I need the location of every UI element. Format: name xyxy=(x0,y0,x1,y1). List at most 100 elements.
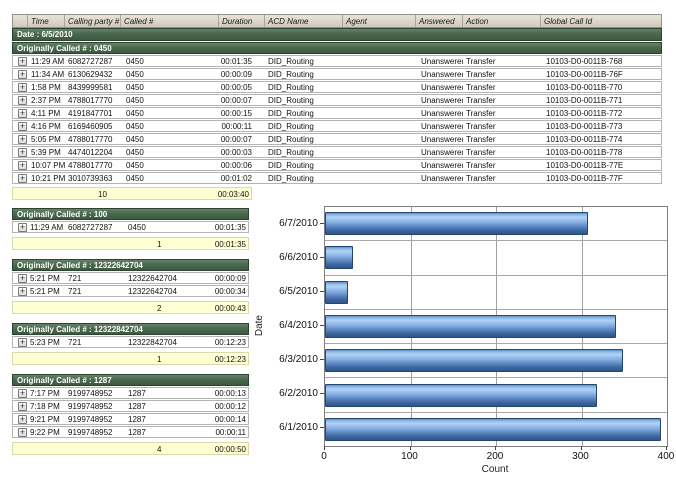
time-cell: 1:58 PM xyxy=(28,82,65,92)
acd-name-cell: DID_Routing xyxy=(265,108,343,118)
global-call-id-cell: 10103-D0-0011B-774 xyxy=(541,134,661,144)
expand-cell: + xyxy=(13,121,28,131)
group-summary-row: 4 00:00:50 xyxy=(12,442,249,455)
duration-cell: 00:01:35 xyxy=(193,222,248,232)
global-call-id-cell: 10103-D0-0011B-771 xyxy=(541,95,661,105)
expand-icon[interactable]: + xyxy=(18,109,27,118)
expand-icon[interactable]: + xyxy=(18,135,27,144)
called-cell: 0450 xyxy=(121,121,219,131)
acd-name-cell: DID_Routing xyxy=(265,173,343,183)
time-cell: 5:23 PM xyxy=(27,337,65,347)
calling-party-cell: 4191847701 xyxy=(65,108,121,118)
agent-cell xyxy=(343,173,416,183)
called-cell: 0450 xyxy=(121,108,219,118)
expand-icon[interactable]: + xyxy=(18,83,27,92)
time-cell: 10:21 PM xyxy=(28,173,65,183)
expand-icon[interactable]: + xyxy=(18,148,27,157)
expand-icon[interactable]: + xyxy=(18,122,27,131)
expand-icon[interactable]: + xyxy=(18,415,27,424)
expand-cell: + xyxy=(13,95,28,105)
summary-duration: 00:01:35 xyxy=(215,240,246,249)
acd-name-cell: DID_Routing xyxy=(265,95,343,105)
call-row: + 4:11 PM 4191847701 0450 00:00:15 DID_R… xyxy=(12,107,662,119)
time-cell: 11:29 AM xyxy=(28,56,65,66)
calling-party-cell: 9199748952 xyxy=(65,401,121,411)
chart-xtick-label: 200 xyxy=(487,451,504,462)
duration-cell: 00:01:02 xyxy=(219,173,265,183)
chart-ytick-label: 6/7/2010 xyxy=(279,218,318,229)
chart-bar-row xyxy=(325,343,667,377)
chart-ytick: 6/4/2010 xyxy=(264,308,324,342)
called-cell: 1287 xyxy=(121,401,193,411)
called-cell: 12322642704 xyxy=(121,273,193,283)
expand-icon[interactable]: + xyxy=(18,223,27,232)
call-row: + 7:18 PM 9199748952 1287 00:00:12 xyxy=(12,400,249,412)
called-cell: 1287 xyxy=(121,427,193,437)
time-cell: 5:39 PM xyxy=(28,147,65,157)
expand-icon[interactable]: + xyxy=(18,174,27,183)
time-cell: 4:16 PM xyxy=(28,121,65,131)
action-cell: Transfer xyxy=(463,134,541,144)
called-cell: 0450 xyxy=(121,147,219,157)
duration-cell: 00:00:13 xyxy=(193,388,248,398)
acd-name-cell: DID_Routing xyxy=(265,121,343,131)
expand-icon[interactable]: + xyxy=(18,428,27,437)
global-call-id-cell: 10103-D0-0011B-773 xyxy=(541,121,661,131)
chart-ytick: 6/5/2010 xyxy=(264,274,324,308)
time-cell: 11:29 AM xyxy=(27,222,65,232)
time-cell: 9:22 PM xyxy=(27,427,65,437)
expand-icon[interactable]: + xyxy=(18,161,27,170)
called-cell: 1287 xyxy=(121,388,193,398)
summary-count: 1 xyxy=(157,240,161,249)
expand-icon[interactable]: + xyxy=(18,274,27,283)
summary-count: 4 xyxy=(157,445,161,454)
expand-icon[interactable]: + xyxy=(18,287,27,296)
summary-duration: 00:00:43 xyxy=(215,304,246,313)
agent-cell xyxy=(343,160,416,170)
column-header-row: Time Calling party # Called # Duration A… xyxy=(12,14,662,28)
group-band: Originally Called # : 100 xyxy=(12,208,249,220)
chart-xtick-label: 300 xyxy=(572,451,589,462)
column-header-calling-party: Calling party # xyxy=(65,15,121,27)
called-cell: 0450 xyxy=(121,95,219,105)
duration-cell: 00:00:09 xyxy=(219,69,265,79)
chart-bar xyxy=(325,349,623,372)
calling-party-cell: 9199748952 xyxy=(65,388,121,398)
answered-cell: Unanswered xyxy=(416,160,463,170)
calling-party-cell: 6082727287 xyxy=(65,222,121,232)
global-call-id-cell: 10103-D0-0011B-768 xyxy=(541,56,661,66)
chart-bar xyxy=(325,418,661,441)
time-cell: 5:21 PM xyxy=(27,286,65,296)
expand-cell: + xyxy=(13,286,27,296)
expand-icon[interactable]: + xyxy=(18,70,27,79)
called-cell: 0450 xyxy=(121,160,219,170)
calling-party-cell: 4474012204 xyxy=(65,147,121,157)
expand-cell: + xyxy=(13,160,28,170)
expand-icon[interactable]: + xyxy=(18,96,27,105)
chart-xtick-label: 400 xyxy=(658,451,675,462)
chart-ylabels: 6/7/20106/6/20106/5/20106/4/20106/3/2010… xyxy=(264,206,324,445)
group-summary-row: 10 00:03:40 xyxy=(12,187,252,200)
agent-cell xyxy=(343,108,416,118)
global-call-id-cell: 10103-D0-0011B-778 xyxy=(541,147,661,157)
expand-icon[interactable]: + xyxy=(18,402,27,411)
chart-bar-row xyxy=(325,412,667,446)
x-tick-mark xyxy=(324,446,325,450)
action-cell: Transfer xyxy=(463,95,541,105)
expand-icon[interactable]: + xyxy=(18,389,27,398)
answered-cell: Unanswered xyxy=(416,108,463,118)
global-call-id-cell: 10103-D0-0011B-77F xyxy=(541,173,661,183)
summary-count: 10 xyxy=(98,190,107,199)
duration-cell: 00:00:07 xyxy=(219,95,265,105)
expand-cell: + xyxy=(13,273,27,283)
expand-icon[interactable]: + xyxy=(18,338,27,347)
action-cell: Transfer xyxy=(463,173,541,183)
expand-icon[interactable]: + xyxy=(18,57,27,66)
duration-cell: 00:00:14 xyxy=(193,414,248,424)
acd-name-cell: DID_Routing xyxy=(265,56,343,66)
acd-name-cell: DID_Routing xyxy=(265,160,343,170)
called-cell: 0450 xyxy=(121,173,219,183)
call-row: + 5:05 PM 4788017770 0450 00:00:07 DID_R… xyxy=(12,133,662,145)
expand-cell: + xyxy=(13,108,28,118)
chart-xlabel: Count xyxy=(324,464,666,475)
